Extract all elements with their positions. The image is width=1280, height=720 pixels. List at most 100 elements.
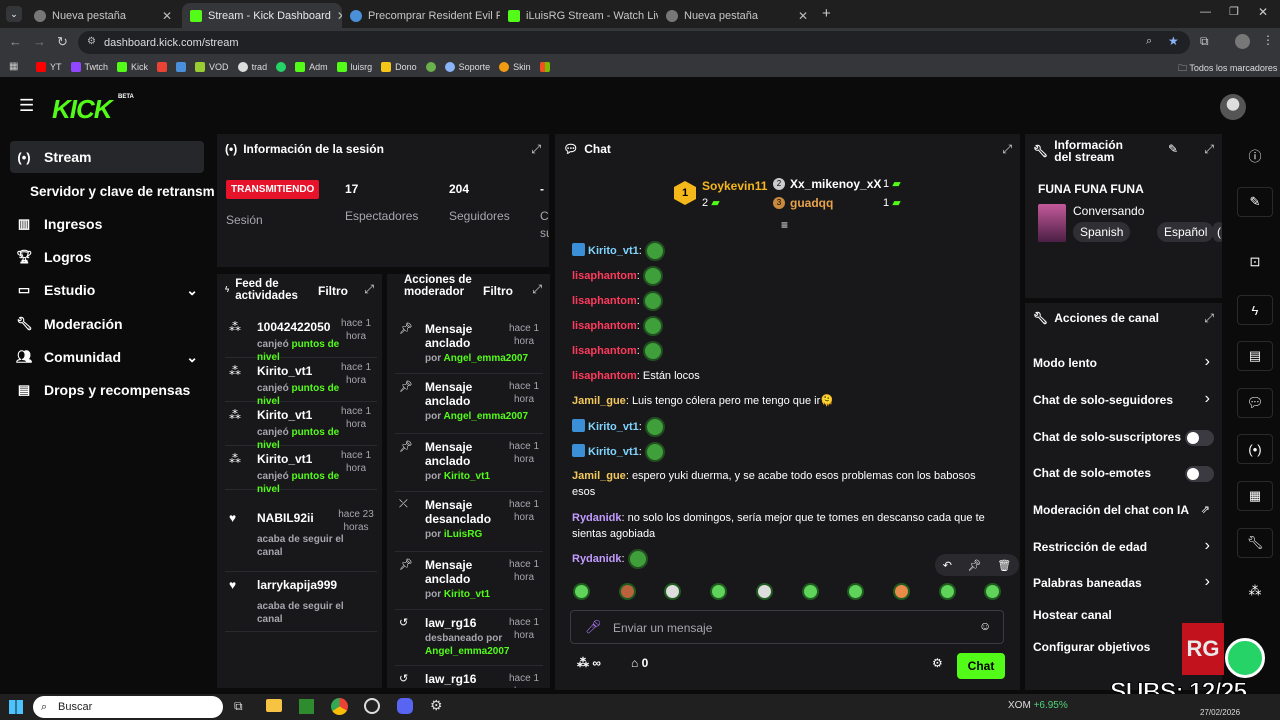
channel-action-item[interactable]: Chat de solo-seguidores › [1033, 390, 1214, 412]
chat-message[interactable]: lisaphantom: Están locos [572, 368, 992, 384]
chat-message[interactable]: Jamil_gue: espero yuki duerma, y se acab… [572, 468, 992, 500]
feed-filter-button[interactable]: Filtro [318, 284, 348, 298]
notes-icon[interactable]: ▤ [1237, 341, 1273, 371]
mod-action-user[interactable]: Kirito_vt1 [444, 589, 490, 600]
emote-option-icon[interactable] [755, 583, 773, 600]
discord-icon[interactable] [397, 698, 413, 714]
chat-message[interactable]: lisaphantom: [572, 316, 992, 336]
stock-widget[interactable]: XOM +6.95% [1008, 700, 1068, 711]
bookmark-kick[interactable]: Kick [117, 62, 148, 72]
settings-icon[interactable]: ⚙ [430, 697, 443, 714]
chat-icon[interactable]: 💬︎ [1237, 388, 1273, 418]
info-icon[interactable]: ⓘ [1237, 140, 1273, 170]
file-explorer-icon[interactable] [266, 699, 282, 712]
emote-option-icon[interactable] [618, 583, 636, 600]
kick-logo[interactable]: KICK [52, 94, 113, 125]
expand-icon[interactable]: ⤢ [532, 282, 542, 297]
bookmark-yt[interactable]: YT [36, 62, 62, 72]
mod-action-user[interactable]: Kirito_vt1 [444, 471, 490, 482]
mod-action-item[interactable]: ↺ law_rg16 hace 1 hora desbaneado por Angel… [395, 610, 543, 666]
collapse-leaderboard-icon[interactable]: ≡ [781, 218, 788, 232]
category-name[interactable]: Conversando [1073, 204, 1144, 218]
nav-drops[interactable]: ▤ Drops y recompensas [10, 374, 204, 406]
mic-icon[interactable]: 🎤︎ [585, 619, 602, 635]
chat-message[interactable]: Kirito_vt1: [572, 241, 992, 261]
bookmark-whatsapp[interactable] [276, 62, 287, 72]
emote-option-icon[interactable] [710, 583, 728, 600]
nav-ingresos[interactable]: ▥ Ingresos [10, 208, 204, 240]
obs-icon[interactable] [364, 698, 380, 714]
screenshot-icon[interactable]: ⊡ [1237, 247, 1273, 277]
menu-icon[interactable]: ⋮ [1262, 33, 1274, 47]
nav-estudio[interactable]: ▭ Estudio ⌄ [10, 274, 204, 306]
store-area[interactable]: ⌂ 0 [631, 656, 648, 670]
list-item[interactable]: ⁂ 10042422050 hace 1 hora canjeó puntos de … [225, 314, 377, 363]
back-icon[interactable]: ← [9, 34, 22, 49]
toggle-switch[interactable] [1185, 466, 1214, 482]
chat-message[interactable]: Jamil_gue: Luis tengo cólera pero me ten… [572, 393, 992, 409]
taskbar-search[interactable]: ⌕ Buscar [33, 696, 223, 718]
close-icon[interactable]: ✕ [162, 9, 172, 23]
layout-icon[interactable]: ▦ [1237, 481, 1273, 511]
bookmark-star-icon[interactable]: ★ [1168, 34, 1179, 48]
forward-icon[interactable]: → [33, 34, 46, 49]
points-area[interactable]: ⁂ ∞ [577, 656, 601, 670]
nav-logros[interactable]: 🏆︎ Logros [10, 241, 204, 273]
emote-option-icon[interactable] [847, 583, 865, 600]
chat-username[interactable]: lisaphantom [572, 370, 637, 382]
chat-message[interactable]: Kirito_vt1: [572, 417, 992, 437]
feed-user[interactable]: Kirito_vt1 [257, 364, 337, 378]
zoom-icon[interactable]: ⌕ [1146, 35, 1152, 48]
broadcast-icon[interactable]: (•) [1237, 434, 1273, 464]
expand-icon[interactable]: ⤢ [1204, 142, 1214, 157]
emote-option-icon[interactable] [892, 583, 910, 600]
close-icon[interactable]: ✕ [798, 9, 808, 23]
reply-icon[interactable]: ↶ [943, 559, 952, 572]
list-item[interactable]: ⁂ Kirito_vt1 hace 1 hora canjeó puntos de n… [225, 446, 377, 495]
minecraft-icon[interactable] [299, 699, 314, 714]
chat-username[interactable]: Rydanidk [572, 553, 622, 565]
feed-user[interactable]: NABIL92ii [257, 511, 337, 525]
browser-tab-2[interactable]: Stream - Kick Dashboard ✕ [182, 3, 342, 28]
bookmark-soporte[interactable]: Soporte [444, 62, 490, 72]
chat-username[interactable]: lisaphantom [572, 320, 637, 332]
chat-username[interactable]: lisaphantom [572, 270, 637, 282]
mod-filter-button[interactable]: Filtro [483, 284, 513, 298]
apps-grid-icon[interactable]: ▦ [9, 61, 18, 72]
browser-tab-4[interactable]: iLuisRG Stream - Watch Live on✕ [500, 3, 658, 28]
nav-moderacion[interactable]: 🔧︎ Moderación [10, 308, 204, 340]
url-field[interactable]: ⚙ dashboard.kick.com/stream ⌕ ★ [78, 31, 1190, 54]
new-tab-icon[interactable]: + [822, 5, 831, 22]
site-info-icon[interactable]: ⚙ [87, 36, 96, 47]
browser-tab-1[interactable]: Nueva pestaña ✕ [26, 3, 180, 28]
channel-action-item[interactable]: Restricción de edad › [1033, 537, 1214, 559]
pin-icon[interactable]: 📌︎ [968, 559, 982, 572]
chat-username[interactable]: Rydanidk [572, 512, 622, 524]
expand-icon[interactable]: ⤢ [531, 142, 541, 157]
bookmark-skin[interactable]: Skin [499, 62, 531, 72]
chat-username[interactable]: Kirito_vt1 [588, 421, 639, 433]
emote-option-icon[interactable] [573, 583, 590, 600]
delete-icon[interactable]: 🗑︎ [997, 559, 1011, 572]
mod-action-item[interactable]: 📌︎ Mensaje anclado hace 1 hora por Angel_em… [395, 316, 543, 374]
browser-tab-5[interactable]: Nueva pestaña ✕ [658, 3, 816, 28]
nav-server-key[interactable]: Servidor y clave de retransm [24, 175, 224, 207]
chrome-icon[interactable] [331, 698, 348, 715]
task-view-icon[interactable]: ⧉ [234, 699, 243, 714]
list-item[interactable]: ♥ larrykapija99966123 acaba de seguir el c… [225, 572, 377, 632]
hamburger-menu-icon[interactable]: ☰ [19, 96, 34, 116]
tag-more[interactable]: ( [1213, 222, 1222, 242]
nav-stream[interactable]: (•) Stream [10, 141, 204, 173]
nav-comunidad[interactable]: 👥︎ Comunidad ⌄ [10, 341, 204, 373]
chat-message[interactable]: Rydanidk: [572, 549, 992, 569]
emote-option-icon[interactable] [984, 583, 1002, 600]
leader-1-name[interactable]: Soykevin11 [702, 179, 767, 193]
pencil-icon[interactable]: ✎ [1237, 187, 1273, 217]
tab-list-button[interactable]: ⌄ [6, 6, 22, 22]
feed-user[interactable]: Kirito_vt1 [257, 408, 337, 422]
mod-action-user[interactable]: Angel_emma2007 [425, 646, 510, 657]
wrench-icon[interactable]: 🔧︎ [1237, 528, 1273, 558]
bookmark-ms[interactable] [539, 62, 550, 72]
chat-settings-icon[interactable]: ⚙ [932, 656, 943, 670]
maximize-icon[interactable]: ❐ [1229, 5, 1239, 18]
